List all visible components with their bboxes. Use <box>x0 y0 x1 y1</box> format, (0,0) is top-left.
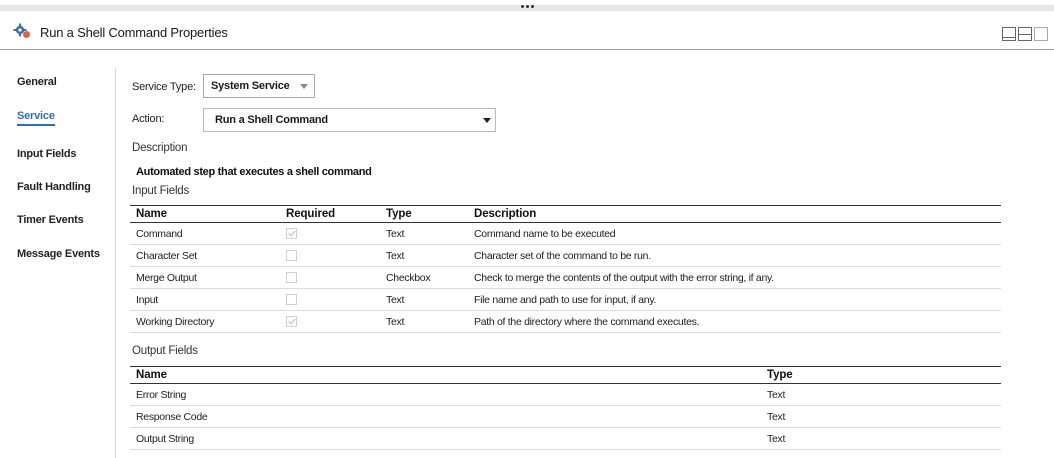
gear-icon <box>13 23 30 38</box>
service-type-label: Service Type: <box>132 81 196 93</box>
field-type: Text <box>380 222 468 245</box>
service-type-value: System Service <box>211 80 290 92</box>
properties-header: Run a Shell Command Properties <box>0 14 1054 50</box>
service-type-select[interactable]: System Service <box>203 74 315 98</box>
page-title: Run a Shell Command Properties <box>40 25 228 40</box>
column-header-type: Type <box>380 205 468 223</box>
column-header-name: Name <box>130 366 761 384</box>
input-fields-table: Name Required Type Description Command T… <box>130 205 1001 333</box>
field-type: Checkbox <box>380 266 468 289</box>
field-description: Path of the directory where the command … <box>468 310 1001 333</box>
field-description: Command name to be executed <box>468 222 1001 245</box>
field-description: Check to merge the contents of the outpu… <box>468 266 1001 289</box>
drag-handle-icon[interactable] <box>519 3 535 9</box>
layout-full-icon[interactable] <box>1034 27 1048 41</box>
output-fields-title: Output Fields <box>132 345 198 357</box>
field-type: Text <box>761 383 1001 406</box>
field-name: Merge Output <box>130 266 280 289</box>
sidebar-divider <box>115 68 116 458</box>
field-type: Text <box>380 310 468 333</box>
required-checkbox <box>280 310 380 333</box>
field-description: File name and path to use for input, if … <box>468 288 1001 311</box>
chevron-down-icon <box>300 84 308 89</box>
checkbox-unchecked-icon <box>286 294 297 306</box>
required-checkbox <box>280 222 380 245</box>
input-fields-title: Input Fields <box>132 185 190 197</box>
panel-drag-strip[interactable] <box>0 0 1054 13</box>
sidebar-item-general[interactable]: General <box>17 76 57 88</box>
required-checkbox <box>280 288 380 311</box>
description-text: Automated step that executes a shell com… <box>136 166 372 178</box>
field-type: Text <box>761 405 1001 428</box>
required-checkbox <box>280 244 380 267</box>
description-label: Description <box>132 142 188 154</box>
table-header-row: Name Type <box>130 366 1001 384</box>
column-header-required: Required <box>280 205 380 223</box>
field-name: Character Set <box>130 244 280 267</box>
table-row: Error String Text <box>130 383 1001 406</box>
field-type: Text <box>380 244 468 267</box>
output-fields-table: Name Type Error String Text Response Cod… <box>130 366 1001 450</box>
required-checkbox <box>280 266 380 289</box>
table-row: Command Text Command name to be executed <box>130 222 1001 245</box>
action-select[interactable]: Run a Shell Command <box>203 108 496 132</box>
column-header-name: Name <box>130 205 280 223</box>
field-type: Text <box>380 288 468 311</box>
field-name: Working Directory <box>130 310 280 333</box>
layout-split-icon[interactable] <box>1018 27 1032 41</box>
column-header-description: Description <box>468 205 1001 223</box>
field-name: Output String <box>130 427 761 450</box>
action-label: Action: <box>132 113 165 125</box>
layout-toggle-group <box>1002 27 1048 41</box>
table-row: Response Code Text <box>130 405 1001 428</box>
checkbox-checked-icon <box>286 228 297 240</box>
sidebar-item-service[interactable]: Service <box>17 110 55 126</box>
checkbox-unchecked-icon <box>286 250 297 262</box>
table-row: Character Set Text Character set of the … <box>130 244 1001 267</box>
column-header-type: Type <box>761 366 1001 384</box>
sidebar-item-fault-handling[interactable]: Fault Handling <box>17 181 91 193</box>
field-name: Command <box>130 222 280 245</box>
sidebar-item-message-events[interactable]: Message Events <box>17 248 100 260</box>
table-row: Input Text File name and path to use for… <box>130 288 1001 311</box>
action-value: Run a Shell Command <box>215 114 328 126</box>
sidebar-item-input-fields[interactable]: Input Fields <box>17 148 77 160</box>
layout-bottom-icon[interactable] <box>1002 27 1016 41</box>
field-name: Error String <box>130 383 761 406</box>
table-row: Working Directory Text Path of the direc… <box>130 310 1001 333</box>
table-header-row: Name Required Type Description <box>130 205 1001 223</box>
checkbox-checked-icon <box>286 316 297 328</box>
field-name: Response Code <box>130 405 761 428</box>
sidebar-item-timer-events[interactable]: Timer Events <box>17 214 84 226</box>
checkbox-unchecked-icon <box>286 272 297 284</box>
field-description: Character set of the command to be run. <box>468 244 1001 267</box>
field-type: Text <box>761 427 1001 450</box>
chevron-down-icon <box>483 118 491 123</box>
table-row: Merge Output Checkbox Check to merge the… <box>130 266 1001 289</box>
field-name: Input <box>130 288 280 311</box>
table-row: Output String Text <box>130 427 1001 450</box>
